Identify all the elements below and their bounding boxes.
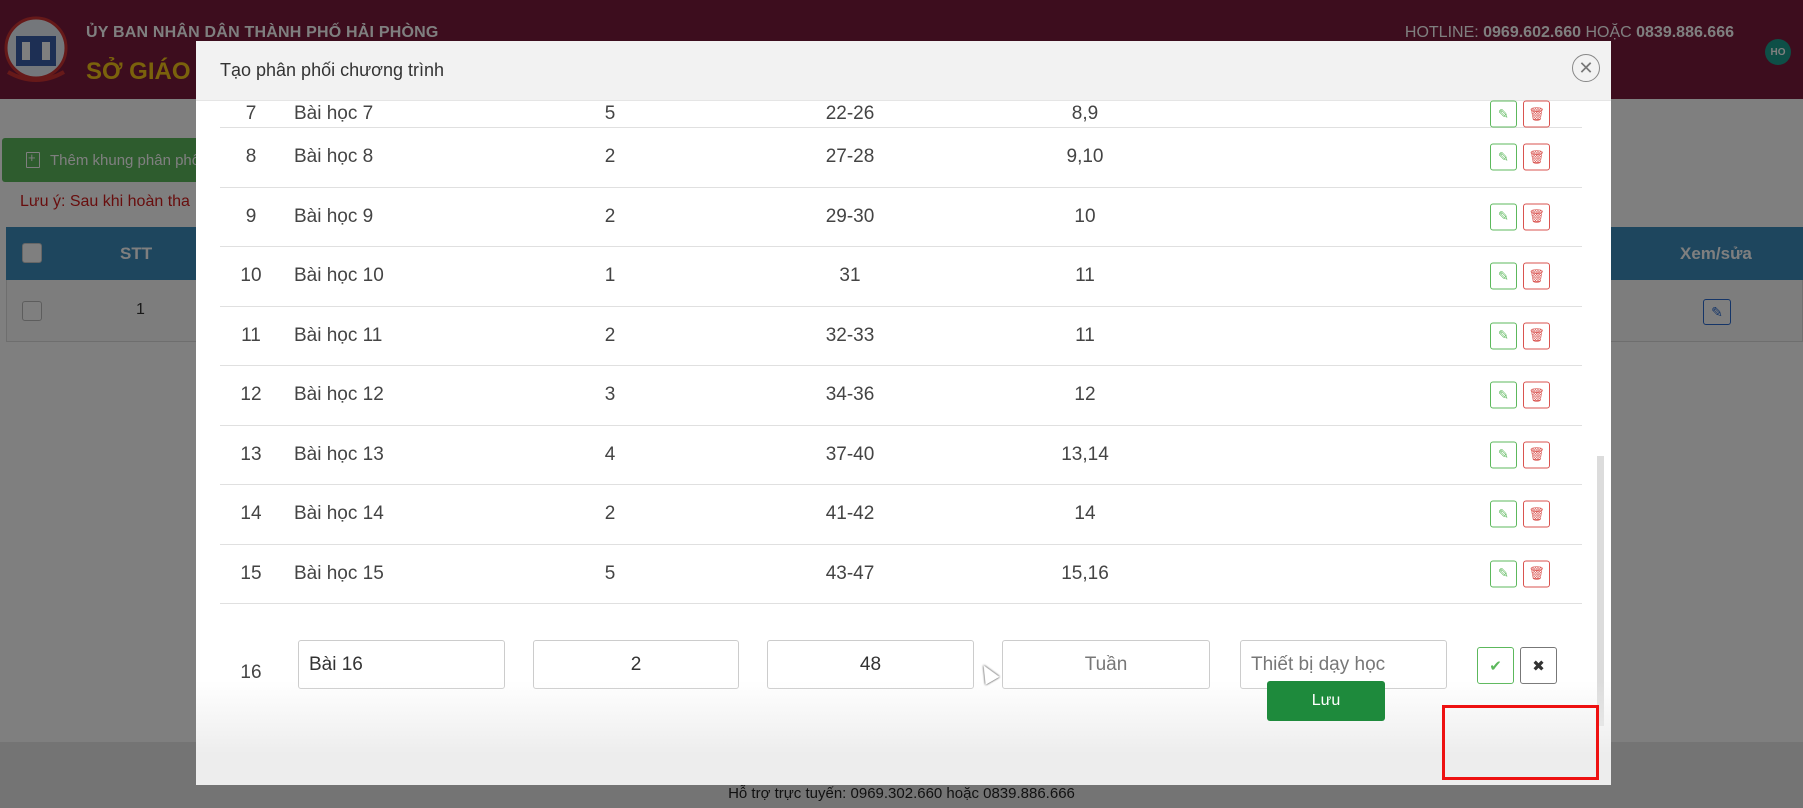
row-name: Bài học 12 xyxy=(294,384,384,406)
row-periods: 5 xyxy=(604,103,616,124)
table-row: 9 Bài học 9 2 29-30 10 ✎ 🗑 xyxy=(220,188,1582,247)
confirm-check-icon[interactable]: ✔ xyxy=(1477,647,1514,684)
row-periods: 4 xyxy=(604,443,616,465)
row-name: Bài học 14 xyxy=(294,503,384,525)
trash-icon[interactable]: 🗑 xyxy=(1523,322,1550,350)
create-distribution-modal: Tạo phân phối chương trình ✕ 7 Bài học 7… xyxy=(196,41,1611,785)
row-tiet: 29-30 xyxy=(825,205,875,227)
row-tiet: 37-40 xyxy=(825,443,875,465)
support-text: Hỗ trợ trực tuyến: 0969.302.660 hoặc 083… xyxy=(728,785,1075,802)
row-tuan: 14 xyxy=(1074,503,1096,525)
row-periods: 2 xyxy=(604,146,616,168)
row-name: Bài học 15 xyxy=(294,562,384,584)
modal-title: Tạo phân phối chương trình xyxy=(220,60,444,80)
row-actions: ✎ 🗑 xyxy=(1490,381,1550,409)
trash-icon[interactable]: 🗑 xyxy=(1523,381,1550,409)
highlight-box xyxy=(1442,705,1599,780)
row-tuan: 15,16 xyxy=(1061,562,1109,584)
modal-footer xyxy=(196,681,1611,785)
table-row: 12 Bài học 12 3 34-36 12 ✎ 🗑 xyxy=(220,366,1582,426)
row-tuan: 11 xyxy=(1075,265,1095,287)
row-tuan: 11 xyxy=(1075,324,1095,346)
row-actions: ✎ 🗑 xyxy=(1490,441,1550,469)
row-stt: 15 xyxy=(240,562,262,584)
edit-icon[interactable]: ✎ xyxy=(1490,441,1517,469)
cancel-x-icon[interactable]: ✖ xyxy=(1520,647,1557,684)
edit-icon[interactable]: ✎ xyxy=(1490,143,1517,171)
table-row: 8 Bài học 8 2 27-28 9,10 ✎ 🗑 xyxy=(220,128,1582,188)
row-tiet: 43-47 xyxy=(825,562,875,584)
edit-icon[interactable]: ✎ xyxy=(1490,560,1517,588)
trash-icon[interactable]: 🗑 xyxy=(1523,441,1550,469)
trash-icon[interactable]: 🗑 xyxy=(1523,203,1550,231)
edit-icon[interactable]: ✎ xyxy=(1490,381,1517,409)
trash-icon[interactable]: 🗑 xyxy=(1523,100,1550,128)
row-name: Bài học 7 xyxy=(294,103,374,124)
row-tuan: 13,14 xyxy=(1061,443,1109,465)
row-periods: 1 xyxy=(604,265,616,287)
row-actions: ✎ 🗑 xyxy=(1490,322,1550,350)
edit-icon[interactable]: ✎ xyxy=(1490,322,1517,350)
row-periods: 2 xyxy=(604,324,616,346)
row-periods: 2 xyxy=(604,503,616,525)
row-periods: 3 xyxy=(604,384,616,406)
row-name: Bài học 11 xyxy=(294,324,383,346)
row-tiet: 34-36 xyxy=(825,384,875,406)
row-actions: ✎ 🗑 xyxy=(1490,203,1550,231)
lesson-list: 7 Bài học 7 5 22-26 8,9 ✎ 🗑 8 Bài học 8 … xyxy=(220,100,1582,604)
trash-icon[interactable]: 🗑 xyxy=(1523,560,1550,588)
row-stt: 7 xyxy=(245,103,257,124)
row-name: Bài học 13 xyxy=(294,443,384,465)
edit-icon[interactable]: ✎ xyxy=(1490,262,1517,290)
row-tiet: 32-33 xyxy=(825,324,875,346)
row-stt: 11 xyxy=(241,324,261,346)
row-actions: ✎ 🗑 xyxy=(1490,100,1550,128)
table-row: 13 Bài học 13 4 37-40 13,14 ✎ 🗑 xyxy=(220,426,1582,485)
close-icon[interactable]: ✕ xyxy=(1572,54,1600,82)
row-stt: 9 xyxy=(245,205,257,227)
table-row: 11 Bài học 11 2 32-33 11 ✎ 🗑 xyxy=(220,307,1582,366)
row-tiet: 22-26 xyxy=(825,103,875,124)
row-stt: 8 xyxy=(245,146,257,168)
table-row: 7 Bài học 7 5 22-26 8,9 ✎ 🗑 xyxy=(220,100,1582,128)
row-tuan: 12 xyxy=(1074,384,1096,406)
row-actions: ✎ 🗑 xyxy=(1490,560,1550,588)
table-row: 14 Bài học 14 2 41-42 14 ✎ 🗑 xyxy=(220,485,1582,545)
row-name: Bài học 8 xyxy=(294,146,374,168)
row-actions: ✎ 🗑 xyxy=(1490,500,1550,528)
row-tiet: 41-42 xyxy=(825,503,875,525)
row-name: Bài học 10 xyxy=(294,265,384,287)
edit-icon[interactable]: ✎ xyxy=(1490,100,1517,128)
row-tuan: 10 xyxy=(1074,205,1096,227)
row-periods: 2 xyxy=(604,205,616,227)
trash-icon[interactable]: 🗑 xyxy=(1523,262,1550,290)
table-row: 15 Bài học 15 5 43-47 15,16 ✎ 🗑 xyxy=(220,545,1582,604)
row-stt: 10 xyxy=(240,265,262,287)
row-tiet: 27-28 xyxy=(825,146,875,168)
row-tuan: 8,9 xyxy=(1071,103,1099,124)
row-periods: 5 xyxy=(604,562,616,584)
edit-icon[interactable]: ✎ xyxy=(1490,203,1517,231)
save-button[interactable]: Lưu xyxy=(1267,681,1385,721)
row-name: Bài học 9 xyxy=(294,205,374,227)
row-stt: 13 xyxy=(240,443,262,465)
row-tiet: 31 xyxy=(839,265,861,287)
row-stt: 14 xyxy=(240,503,262,525)
table-row: 10 Bài học 10 1 31 11 ✎ 🗑 xyxy=(220,247,1582,307)
row-actions: ✎ 🗑 xyxy=(1490,262,1550,290)
row-tuan: 9,10 xyxy=(1066,146,1104,168)
row-stt: 12 xyxy=(240,384,262,406)
modal-header: Tạo phân phối chương trình ✕ xyxy=(196,41,1611,101)
row-actions: ✎ 🗑 xyxy=(1490,143,1550,171)
trash-icon[interactable]: 🗑 xyxy=(1523,143,1550,171)
edit-icon[interactable]: ✎ xyxy=(1490,500,1517,528)
trash-icon[interactable]: 🗑 xyxy=(1523,500,1550,528)
